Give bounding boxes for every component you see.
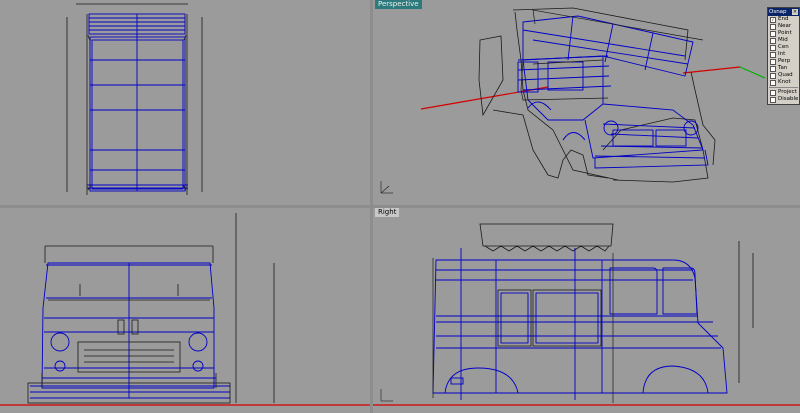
osnap-item-checkbox[interactable] xyxy=(770,79,776,86)
viewport-front[interactable] xyxy=(0,208,370,413)
front-view-drawing xyxy=(0,213,370,406)
osnap-list: ✓ End Near Point Mid Cen Int Perp Tan Quad Knot xyxy=(768,16,799,86)
osnap-item-point[interactable]: Point xyxy=(768,30,799,37)
osnap-item-label: Near xyxy=(778,23,792,29)
osnap-extra-project[interactable]: Project xyxy=(768,89,799,96)
osnap-extra-checkbox[interactable] xyxy=(770,89,776,96)
osnap-separator xyxy=(769,87,798,88)
osnap-extra-label: Project xyxy=(778,89,797,95)
osnap-item-mid[interactable]: Mid xyxy=(768,37,799,44)
rhino-workspace: Perspective Right Osnap × ✓ End Near Poi… xyxy=(0,0,800,413)
osnap-extra-disable[interactable]: Disable xyxy=(768,96,799,103)
osnap-item-label: Mid xyxy=(778,37,788,43)
osnap-item-label: Tan xyxy=(778,65,788,71)
osnap-item-checkbox[interactable] xyxy=(770,30,776,37)
osnap-item-end[interactable]: ✓ End xyxy=(768,16,799,23)
viewport-title-right[interactable]: Right xyxy=(375,208,400,217)
osnap-item-checkbox[interactable] xyxy=(770,72,776,79)
osnap-item-label: End xyxy=(778,16,789,22)
osnap-item-label: Int xyxy=(778,51,786,57)
osnap-close-button[interactable]: × xyxy=(792,9,798,15)
osnap-item-label: Knot xyxy=(778,79,791,85)
axis-gizmo-perspective xyxy=(380,181,393,194)
perspective-view-drawing xyxy=(380,7,766,194)
osnap-item-label: Cen xyxy=(778,44,789,50)
viewport-top[interactable] xyxy=(0,0,370,205)
osnap-item-checkbox[interactable]: ✓ xyxy=(770,16,776,23)
osnap-item-cen[interactable]: Cen xyxy=(768,44,799,51)
osnap-panel: Osnap × ✓ End Near Point Mid Cen Int Perp Tan Qua… xyxy=(767,7,800,105)
osnap-item-perp[interactable]: Perp xyxy=(768,58,799,65)
osnap-item-knot[interactable]: Knot xyxy=(768,79,799,86)
osnap-item-quad[interactable]: Quad xyxy=(768,72,799,79)
osnap-header[interactable]: Osnap × xyxy=(768,8,799,16)
top-view-drawing xyxy=(66,3,203,195)
osnap-item-checkbox[interactable] xyxy=(770,51,776,58)
osnap-item-checkbox[interactable] xyxy=(770,23,776,30)
osnap-item-label: Perp xyxy=(778,58,791,64)
osnap-item-label: Quad xyxy=(778,72,793,78)
osnap-item-near[interactable]: Near xyxy=(768,23,799,30)
osnap-item-tan[interactable]: Tan xyxy=(768,65,799,72)
osnap-title: Osnap xyxy=(769,8,787,15)
osnap-item-label: Point xyxy=(778,30,792,36)
osnap-item-checkbox[interactable] xyxy=(770,44,776,51)
osnap-item-int[interactable]: Int xyxy=(768,51,799,58)
axis-gizmo-right xyxy=(380,389,393,402)
right-view-drawing xyxy=(373,223,800,406)
osnap-item-checkbox[interactable] xyxy=(770,37,776,44)
osnap-extra-checkbox[interactable] xyxy=(770,96,776,103)
osnap-item-checkbox[interactable] xyxy=(770,65,776,72)
osnap-extras: Project Disable xyxy=(768,89,799,103)
viewport-right[interactable]: Right xyxy=(373,208,800,413)
viewport-perspective[interactable]: Perspective xyxy=(373,0,800,205)
osnap-extra-label: Disable xyxy=(778,96,799,102)
viewport-title-perspective[interactable]: Perspective xyxy=(375,0,422,9)
osnap-item-checkbox[interactable] xyxy=(770,58,776,65)
